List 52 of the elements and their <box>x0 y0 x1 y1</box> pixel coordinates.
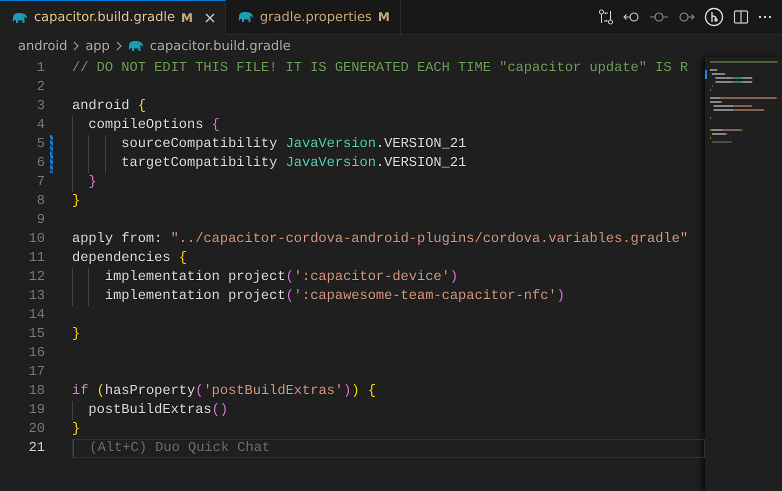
line-number: 11 <box>28 250 45 268</box>
code-line: // DO NOT EDIT THIS FILE! IT IS GENERATED EACH TIME "capacitor update" IS R <box>72 61 688 76</box>
line-number: 18 <box>28 383 45 401</box>
line-number: 15 <box>28 326 45 344</box>
chevron-icon <box>73 41 80 51</box>
code-line: dependencies { <box>72 251 187 266</box>
line-number: 20 <box>28 421 45 439</box>
code-line: } <box>72 194 80 209</box>
editor-tab[interactable]: capacitor.build.gradle M <box>0 0 226 35</box>
line-number: 9 <box>36 212 45 230</box>
code-line: } <box>72 327 80 342</box>
line-number: 12 <box>28 269 45 287</box>
line-number: 4 <box>36 117 45 135</box>
line-number: 8 <box>36 193 45 211</box>
line-number: 21 <box>28 440 45 458</box>
elephant-icon <box>12 12 28 24</box>
code-line: if (hasProperty('postBuildExtras')) { <box>72 384 376 399</box>
line-number: 3 <box>36 98 45 116</box>
code-line: implementation project(':capawesome-team-capacitor-nfc') <box>104 289 565 304</box>
compare-changes-icon[interactable] <box>598 9 614 25</box>
code-line: } <box>87 175 97 190</box>
line-number: 19 <box>28 402 45 420</box>
editor-tab[interactable]: gradle.properties M <box>226 0 401 35</box>
breadcrumb-item[interactable]: capacitor.build.gradle <box>150 38 291 54</box>
line-number: 14 <box>28 307 45 325</box>
code-line: sourceCompatibility JavaVersion.VERSION_21 <box>120 137 466 152</box>
line-number: 1 <box>36 60 45 78</box>
chevron-icon <box>116 41 122 51</box>
line-number: 5 <box>36 136 45 154</box>
code-line: implementation project(':capacitor-device') <box>104 270 458 285</box>
split-editor-icon[interactable] <box>733 9 749 25</box>
close-icon[interactable] <box>204 12 215 22</box>
line-number: 16 <box>28 345 45 363</box>
line-number: 10 <box>28 231 45 249</box>
more-icon[interactable] <box>758 15 772 19</box>
branch-circle-icon[interactable] <box>704 7 724 27</box>
elephant-icon <box>238 11 254 23</box>
code-line: postBuildExtras() <box>87 403 228 418</box>
breadcrumb-item[interactable]: android <box>18 38 68 54</box>
code-line: compileOptions { <box>87 118 220 133</box>
code-line: } <box>72 422 80 437</box>
breadcrumb-item[interactable]: app <box>85 38 110 54</box>
line-number: 17 <box>28 364 45 382</box>
line-number: 13 <box>28 288 45 306</box>
elephant-icon <box>128 40 144 52</box>
code-line: apply from: "../capacitor-cordova-android-plugins/cordova.variables.gradle" <box>72 232 688 247</box>
line-number: 6 <box>36 155 45 173</box>
code-line: targetCompatibility JavaVersion.VERSION_21 <box>120 156 466 171</box>
code-line: android { <box>72 99 146 114</box>
line-number: 2 <box>36 79 45 97</box>
line-number: 7 <box>36 174 45 192</box>
code-line: (Alt+C) Duo Quick Chat <box>88 441 270 456</box>
